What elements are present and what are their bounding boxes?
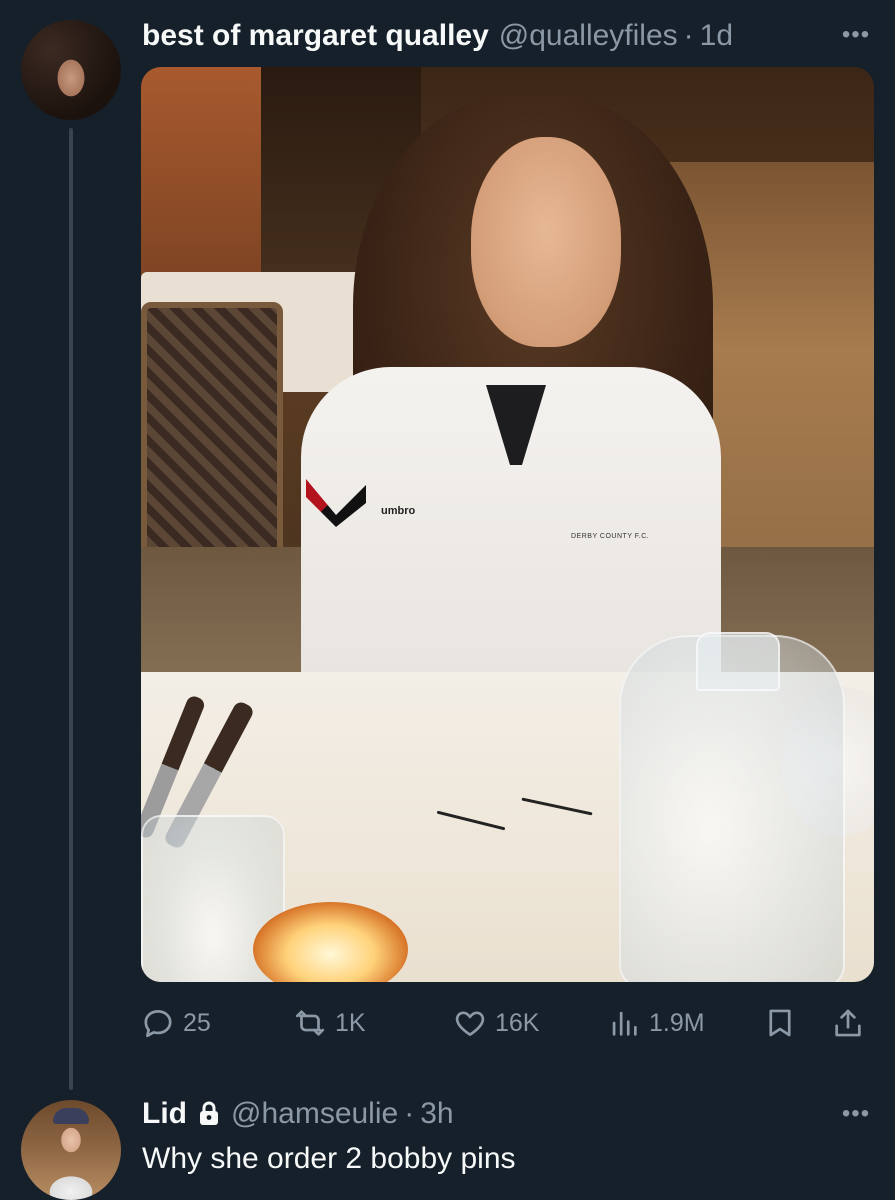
retweet-button[interactable]: 1K bbox=[293, 1000, 366, 1046]
reply-timestamp[interactable]: 3h bbox=[420, 1097, 453, 1131]
avatar[interactable] bbox=[21, 1100, 121, 1200]
views-button[interactable]: 1.9M bbox=[607, 1000, 705, 1046]
bookmark-button[interactable] bbox=[763, 1000, 797, 1046]
photo-face bbox=[471, 137, 621, 347]
tweet-photo[interactable]: umbro DERBY COUNTY F.C. bbox=[141, 67, 874, 982]
separator-dot: · bbox=[404, 1097, 415, 1130]
thread-connector-line bbox=[69, 128, 73, 1090]
thread-view: best of margaret qualley @qualleyfiles ·… bbox=[0, 0, 895, 1200]
retweet-icon bbox=[295, 1010, 325, 1036]
reply-text: Why she order 2 bobby pins bbox=[142, 1142, 516, 1175]
photo-chair bbox=[141, 302, 283, 564]
reply-header: Lid @hamseulie · 3h bbox=[142, 1094, 454, 1134]
separator-dot: · bbox=[683, 19, 694, 52]
reply-handle[interactable]: @hamseulie bbox=[231, 1097, 398, 1131]
bookmark-icon bbox=[769, 1009, 791, 1037]
avatar-cap bbox=[53, 1108, 89, 1124]
author-display-name[interactable]: best of margaret qualley bbox=[142, 19, 489, 53]
reply-count: 25 bbox=[183, 1008, 211, 1037]
tweet-timestamp[interactable]: 1d bbox=[700, 19, 733, 53]
reply-display-name[interactable]: Lid bbox=[142, 1097, 187, 1131]
tweet-header: best of margaret qualley @qualleyfiles ·… bbox=[142, 14, 733, 58]
like-count: 16K bbox=[495, 1008, 540, 1037]
heart-icon bbox=[455, 1011, 485, 1036]
share-button[interactable] bbox=[831, 1000, 865, 1046]
view-count: 1.9M bbox=[649, 1008, 705, 1037]
share-icon bbox=[835, 1009, 861, 1037]
shirt-club-text: DERBY COUNTY F.C. bbox=[571, 533, 650, 540]
tweet-action-bar: 25 1K 16K 1.9M bbox=[141, 1000, 874, 1046]
retweet-count: 1K bbox=[335, 1008, 366, 1037]
reply-icon bbox=[144, 1010, 172, 1038]
like-button[interactable]: 16K bbox=[453, 1000, 539, 1046]
lock-icon bbox=[197, 1101, 221, 1127]
shirt-brand-text: umbro bbox=[381, 505, 416, 517]
more-horizontal-icon[interactable]: ••• bbox=[839, 1097, 873, 1131]
more-horizontal-icon[interactable]: ••• bbox=[839, 18, 873, 52]
analytics-bars-icon bbox=[612, 1011, 637, 1036]
reply-button[interactable]: 25 bbox=[141, 1000, 211, 1046]
author-handle[interactable]: @qualleyfiles bbox=[499, 19, 678, 53]
avatar[interactable] bbox=[21, 20, 121, 120]
photo-bottle-neck bbox=[696, 632, 780, 691]
